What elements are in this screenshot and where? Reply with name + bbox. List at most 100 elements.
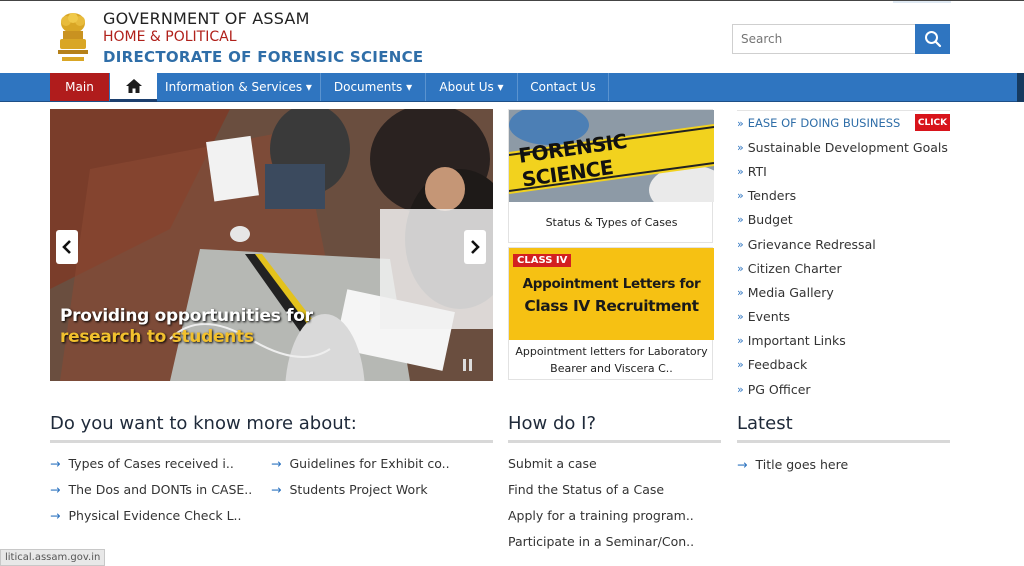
nav-about-us[interactable]: About Us ▾ <box>426 73 518 101</box>
latest-item-label: Title goes here <box>755 457 849 472</box>
card-appointment-caption-line1: Appointment letters for Laboratory <box>515 345 708 358</box>
latest-item[interactable]: → Title goes here <box>737 457 848 472</box>
link-important-links[interactable]: » Important Links <box>737 329 950 353</box>
slider-next-button[interactable] <box>464 230 486 264</box>
double-chevron-icon: » <box>737 140 744 154</box>
card-appointment-letters[interactable]: CLASS IV Appointment Letters for Class I… <box>508 247 714 380</box>
nav-information-services[interactable]: Information & Services ▾ <box>157 73 321 101</box>
link-tenders[interactable]: » Tenders <box>737 184 950 208</box>
link-label: Sustainable Development Goals <box>747 139 948 155</box>
card-status-caption: Status & Types of Cases <box>545 216 678 229</box>
link-label: Grievance Redressal <box>747 236 876 252</box>
quick-links: » EASE OF DOING BUSINESS CLICK » Sustaina… <box>737 110 950 401</box>
nav-contact-us[interactable]: Contact Us <box>518 73 609 101</box>
link-label: PG Officer <box>747 381 811 397</box>
double-chevron-icon: » <box>737 285 744 299</box>
slider-caption: Providing opportunities for research to … <box>60 306 313 348</box>
click-badge[interactable]: CLICK <box>915 114 950 131</box>
link-sdg[interactable]: » Sustainable Development Goals <box>737 135 950 159</box>
department-name: HOME & POLITICAL <box>103 29 237 45</box>
image-slider[interactable]: Providing opportunities for research to … <box>50 109 493 381</box>
how-do-i-title: How do I? <box>508 413 597 434</box>
arrow-right-icon: → <box>271 456 282 471</box>
nav-home[interactable] <box>110 73 157 102</box>
link-label: Feedback <box>747 357 808 373</box>
appointment-image-line2: Class IV Recruitment <box>524 297 699 315</box>
link-media-gallery[interactable]: » Media Gallery <box>737 280 950 304</box>
link-label: RTI <box>747 163 767 179</box>
class-iv-badge: CLASS IV <box>513 254 572 267</box>
know-item-guidelines[interactable]: → Guidelines for Exhibit co.. <box>271 456 450 471</box>
know-item-label: The Dos and DONTs in CASE.. <box>68 482 253 497</box>
know-more-title: Do you want to know more about: <box>50 413 357 434</box>
nav-main[interactable]: Main <box>50 73 109 101</box>
arrow-right-icon: → <box>50 482 61 497</box>
link-events[interactable]: » Events <box>737 305 950 329</box>
link-rti[interactable]: » RTI <box>737 159 950 183</box>
arrow-right-icon: → <box>737 457 748 472</box>
link-label: Media Gallery <box>747 284 834 300</box>
card-appointment-caption-line2: Bearer and Viscera C.. <box>550 362 673 375</box>
link-grievance[interactable]: » Grievance Redressal <box>737 232 950 256</box>
header-accent-line <box>893 1 951 3</box>
double-chevron-icon: » <box>737 116 744 130</box>
link-pg-officer[interactable]: » PG Officer <box>737 377 950 401</box>
know-item-types-of-cases[interactable]: → Types of Cases received i.. <box>50 456 234 471</box>
know-item-label: Students Project Work <box>289 482 428 497</box>
search-input[interactable] <box>732 24 916 54</box>
how-item-training[interactable]: Apply for a training program.. <box>508 508 694 523</box>
link-ease-of-doing-business[interactable]: » EASE OF DOING BUSINESS CLICK <box>737 111 950 135</box>
how-item-submit-case[interactable]: Submit a case <box>508 456 597 471</box>
double-chevron-icon: » <box>737 358 744 372</box>
chevron-right-icon <box>471 240 480 254</box>
double-chevron-icon: » <box>737 334 744 348</box>
search-icon <box>924 31 941 48</box>
link-label: EASE OF DOING BUSINESS <box>747 116 901 131</box>
arrow-right-icon: → <box>271 482 282 497</box>
know-item-label: Physical Evidence Check L.. <box>68 508 242 523</box>
home-icon <box>125 79 142 93</box>
link-budget[interactable]: » Budget <box>737 208 950 232</box>
link-label: Budget <box>747 212 793 228</box>
arrow-right-icon: → <box>50 508 61 523</box>
chevron-left-icon <box>62 240 71 254</box>
emblem-icon[interactable] <box>54 9 92 67</box>
main-nav: Main Information & Services ▾ Documents … <box>0 73 1024 102</box>
double-chevron-icon: » <box>737 261 744 275</box>
card-forensic-image: FORENSIC SCIENCE <box>509 110 714 202</box>
double-chevron-icon: » <box>737 189 744 203</box>
latest-rule <box>737 440 950 443</box>
directorate-name[interactable]: DIRECTORATE OF FORENSIC SCIENCE <box>103 48 423 66</box>
know-item-physical-evidence[interactable]: → Physical Evidence Check L.. <box>50 508 242 523</box>
know-item-label: Types of Cases received i.. <box>68 456 234 471</box>
status-bar-url: litical.assam.gov.in <box>0 549 106 566</box>
card-status-types[interactable]: FORENSIC SCIENCE Status & Types of Cases <box>508 109 714 243</box>
slider-caption-line2: research to students <box>60 327 254 347</box>
arrow-right-icon: → <box>50 456 61 471</box>
link-label: Important Links <box>747 333 846 349</box>
nav-edge <box>1017 73 1024 102</box>
link-label: Citizen Charter <box>747 260 842 276</box>
card-appointment-image: CLASS IV Appointment Letters for Class I… <box>509 248 714 340</box>
link-citizen-charter[interactable]: » Citizen Charter <box>737 256 950 280</box>
page: GOVERNMENT OF ASSAM HOME & POLITICAL DIR… <box>0 0 1024 566</box>
site-header: GOVERNMENT OF ASSAM HOME & POLITICAL DIR… <box>0 0 1024 73</box>
nav-documents[interactable]: Documents ▾ <box>321 73 426 101</box>
latest-title: Latest <box>737 413 793 434</box>
know-item-label: Guidelines for Exhibit co.. <box>289 456 450 471</box>
appointment-image-line1: Appointment Letters for <box>522 276 701 292</box>
how-item-seminar[interactable]: Participate in a Seminar/Con.. <box>508 534 694 549</box>
know-more-rule <box>50 440 493 443</box>
double-chevron-icon: » <box>737 213 744 227</box>
link-label: Events <box>747 309 791 325</box>
slider-prev-button[interactable] <box>56 230 78 264</box>
government-title: GOVERNMENT OF ASSAM <box>103 9 310 28</box>
link-feedback[interactable]: » Feedback <box>737 353 950 377</box>
know-item-student-projects[interactable]: → Students Project Work <box>271 482 428 497</box>
know-item-dos-donts[interactable]: → The Dos and DONTs in CASE.. <box>50 482 252 497</box>
pause-icon[interactable] <box>463 359 473 371</box>
double-chevron-icon: » <box>737 382 744 396</box>
how-item-status[interactable]: Find the Status of a Case <box>508 482 664 497</box>
double-chevron-icon: » <box>737 237 744 251</box>
search-button[interactable] <box>915 24 950 54</box>
